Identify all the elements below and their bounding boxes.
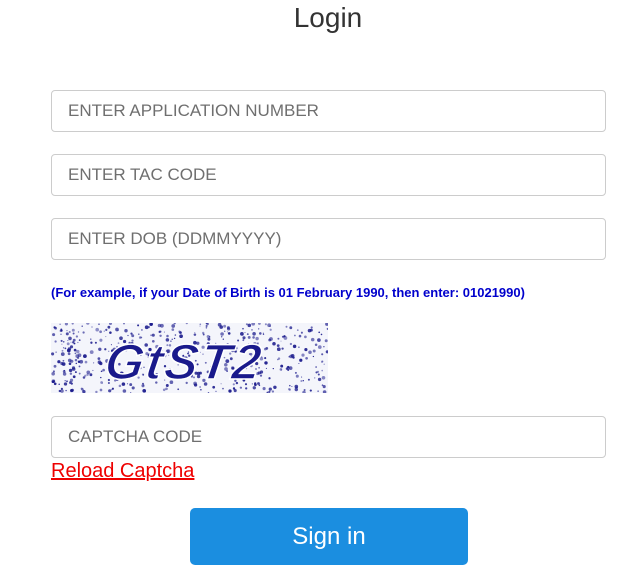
sign-in-button[interactable]: Sign in bbox=[190, 508, 468, 565]
captcha-code-input[interactable] bbox=[51, 416, 606, 458]
dob-format-hint: (For example, if your Date of Birth is 0… bbox=[51, 285, 525, 300]
captcha-image: GtST2 bbox=[51, 321, 329, 395]
dob-input[interactable] bbox=[51, 218, 606, 260]
captcha-graphic: GtST2 bbox=[51, 321, 329, 395]
reload-captcha-link[interactable]: Reload Captcha bbox=[51, 460, 194, 483]
page-title: Login bbox=[293, 2, 363, 33]
captcha-text: GtST2 bbox=[102, 334, 267, 390]
tac-code-input[interactable] bbox=[51, 154, 606, 196]
application-number-input[interactable] bbox=[51, 90, 606, 132]
